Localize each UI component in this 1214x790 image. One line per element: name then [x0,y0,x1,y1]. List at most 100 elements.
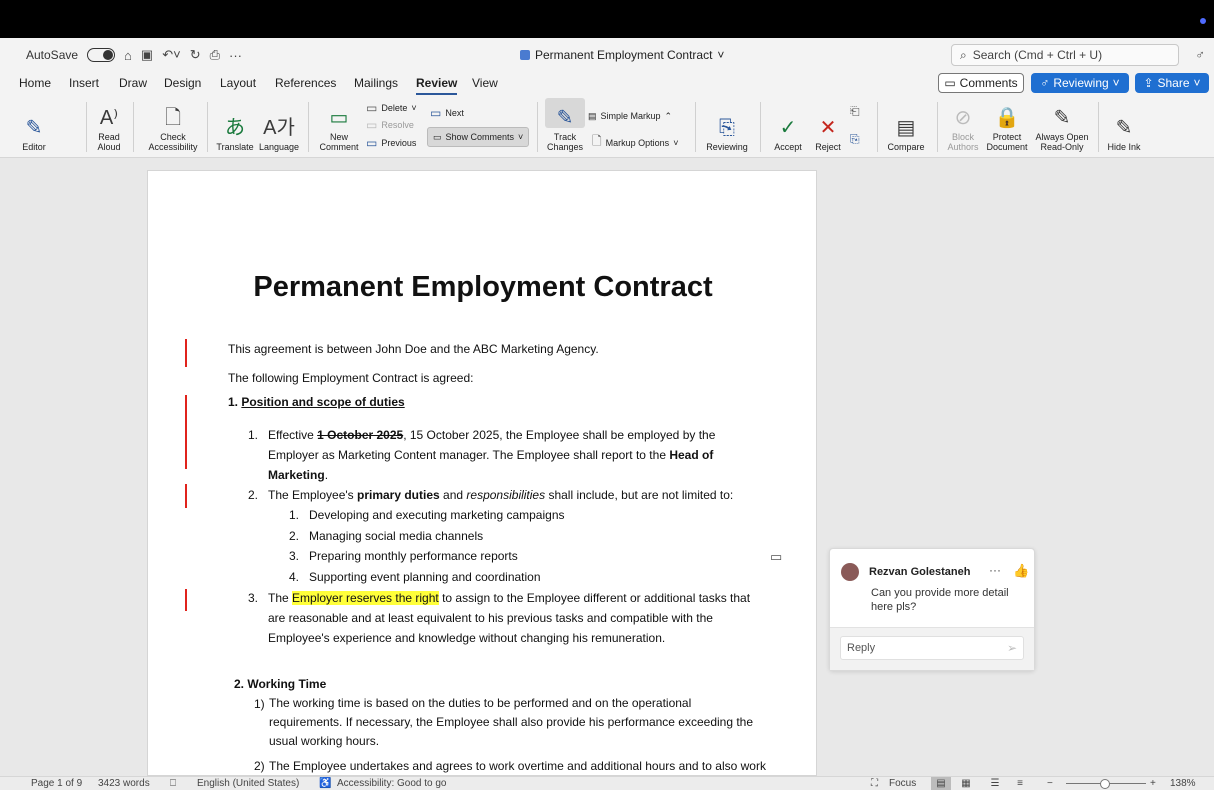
intro-paragraph-1: This agreement is between John Doe and t… [228,342,599,356]
next-label: Next [445,108,464,118]
zoom-level[interactable]: 138% [1170,778,1196,789]
tab-home[interactable]: Home [19,76,51,90]
item-2-number: 2. [248,488,259,502]
language-button[interactable]: A가 Language [257,96,301,156]
focus-label[interactable]: Focus [889,778,916,789]
item-2-pre: The Employee's [268,488,357,502]
protect-document-button[interactable]: 🔒 Protect Document [984,96,1030,156]
hide-ink-button[interactable]: ✎ Hide Ink [1104,96,1144,156]
share-button[interactable]: ⇪ Share ˅ [1135,73,1209,93]
tab-layout[interactable]: Layout [220,76,256,90]
reject-button[interactable]: ✕ Reject [810,96,846,156]
simple-markup-label: Simple Markup [600,111,661,121]
accessibility-status[interactable]: Accessibility: Good to go [337,778,447,789]
home-icon[interactable]: ⌂ [124,48,132,63]
subitem-text: Preparing monthly performance reports [309,549,518,563]
web-layout-view-button[interactable]: ▦ [956,777,976,790]
tab-draw[interactable]: Draw [119,76,147,90]
comment-marker-icon[interactable]: ▭ [770,549,782,565]
previous-comment-button[interactable]: ▭ Previous [366,136,416,150]
zoom-in-button[interactable]: + [1150,778,1156,789]
next-change-button[interactable]: ⎘ [850,132,860,147]
stepper-icon: ⌃ [664,110,673,121]
save-icon[interactable]: ▣ [141,47,153,63]
markup-options-button[interactable]: 🗋 Markup Options ˅ [592,132,678,153]
resolve-comment-button[interactable]: ▭ Resolve [366,118,414,132]
document-title-menu[interactable]: Permanent Employment Contract ˅ [520,48,724,62]
reply-placeholder: Reply [847,642,876,654]
more-options-icon[interactable]: ··· [989,563,1001,577]
redo-icon[interactable]: ↻ [190,47,201,63]
send-icon[interactable]: ➢ [1007,641,1017,655]
item-1-post: , 15 October 2025, the Employee shall be… [403,428,716,442]
translate-button[interactable]: あ Translate [214,96,256,156]
track-changes-button[interactable]: ✎ Track Changes [544,96,586,156]
word-doc-icon [520,50,530,60]
autosave-toggle[interactable] [87,48,116,62]
editor-button[interactable]: ✎ Editor [14,96,54,156]
word-count[interactable]: 3423 words [98,778,150,789]
accept-button[interactable]: ✓ Accept [768,96,808,156]
new-comment-label-2: Comment [319,142,359,152]
accept-icon: ✓ [779,117,797,139]
item-2-text: The Employee's primary duties and respon… [268,485,788,505]
tab-mailings[interactable]: Mailings [354,76,398,90]
item-3-line2: are reasonable and at least equivalent t… [268,611,713,625]
search-input[interactable]: ⌕ Search (Cmd + Ctrl + U) [951,44,1179,66]
section-1-number: 1. [228,395,242,409]
search-icon: ⌕ [960,47,967,62]
outline-view-button[interactable]: ☰ [985,777,1005,790]
draft-view-button[interactable]: ≡ [1010,777,1030,790]
divider [1098,102,1099,152]
change-bar [185,484,187,508]
collaborators-icon[interactable]: ♂ [1195,47,1205,62]
zoom-out-button[interactable]: − [1047,778,1053,789]
language-status[interactable]: English (United States) [197,778,299,789]
wt-2-text: The Employee undertakes and agrees to wo… [269,759,766,773]
simple-markup-select[interactable]: ▤ Simple Markup ⌃ [588,107,688,125]
check-accessibility-button[interactable]: 🗋 Check Accessibility [140,96,206,156]
read-aloud-button[interactable]: A⁾ Read Aloud [92,96,126,156]
comment-card[interactable]: Rezvan Golestaneh ··· 👍 Can you provide … [829,548,1035,671]
chevron-down-icon: ˅ [717,48,725,62]
reply-input[interactable]: Reply ➢ [840,636,1024,660]
compare-label: Compare [887,142,925,152]
section-1-title: Position and scope of duties [241,395,405,409]
delete-comment-button[interactable]: ▭ Delete ˅ [366,101,417,115]
print-layout-view-button[interactable]: ▤ [931,777,951,790]
page-count[interactable]: Page 1 of 9 [31,778,82,789]
lock-icon: 🔒 [994,107,1020,129]
reply-area: Reply ➢ [830,627,1034,670]
show-comments-button[interactable]: ▭ Show Comments ˅ [427,127,529,147]
editor-label: Editor [22,142,46,152]
review-ribbon: ✎ Editor A⁾ Read Aloud 🗋 Check Accessibi… [0,96,1214,158]
tab-view[interactable]: View [472,76,498,90]
zoom-slider-thumb[interactable] [1100,779,1110,789]
like-icon[interactable]: 👍 [1013,563,1029,579]
divider [86,102,87,152]
comments-button[interactable]: ▭ Comments [938,73,1024,93]
wt-1-number: 1) [254,697,265,711]
subitem-number: 3. [289,549,300,563]
new-comment-button[interactable]: ▭ New Comment [318,96,360,156]
block-authors-button[interactable]: ⊘ Block Authors [944,96,982,156]
more-icon[interactable]: ··· [229,48,242,63]
focus-icon[interactable]: ⛶ [871,778,878,789]
proofing-icon[interactable]: ⎕ [170,778,176,789]
item-3-text: The Employer reserves the right to assig… [268,588,788,648]
tab-references[interactable]: References [275,76,336,90]
next-comment-button[interactable]: ▭ Next [430,106,464,120]
always-open-read-only-button[interactable]: ✎ Always Open Read-Only [1032,96,1092,156]
print-icon[interactable]: ⎙ [210,47,220,63]
tab-insert[interactable]: Insert [69,76,99,90]
highlighted-commented-text[interactable]: Employer reserves the right [292,591,439,605]
document-page[interactable]: Permanent Employment Contract This agree… [147,170,817,776]
previous-change-button[interactable]: ⎗ [850,104,860,119]
tab-design[interactable]: Design [164,76,201,90]
compare-button[interactable]: ▤ Compare [884,96,928,156]
tab-review[interactable]: Review [416,76,458,95]
reviewing-button[interactable]: ♂ Reviewing ˅ [1031,73,1129,93]
status-bar: Page 1 of 9 3423 words ⎕ English (United… [0,776,1214,790]
reviewing-pane-button[interactable]: ⎘ Reviewing [702,96,752,156]
undo-icon[interactable]: ↶˅ [162,47,180,63]
